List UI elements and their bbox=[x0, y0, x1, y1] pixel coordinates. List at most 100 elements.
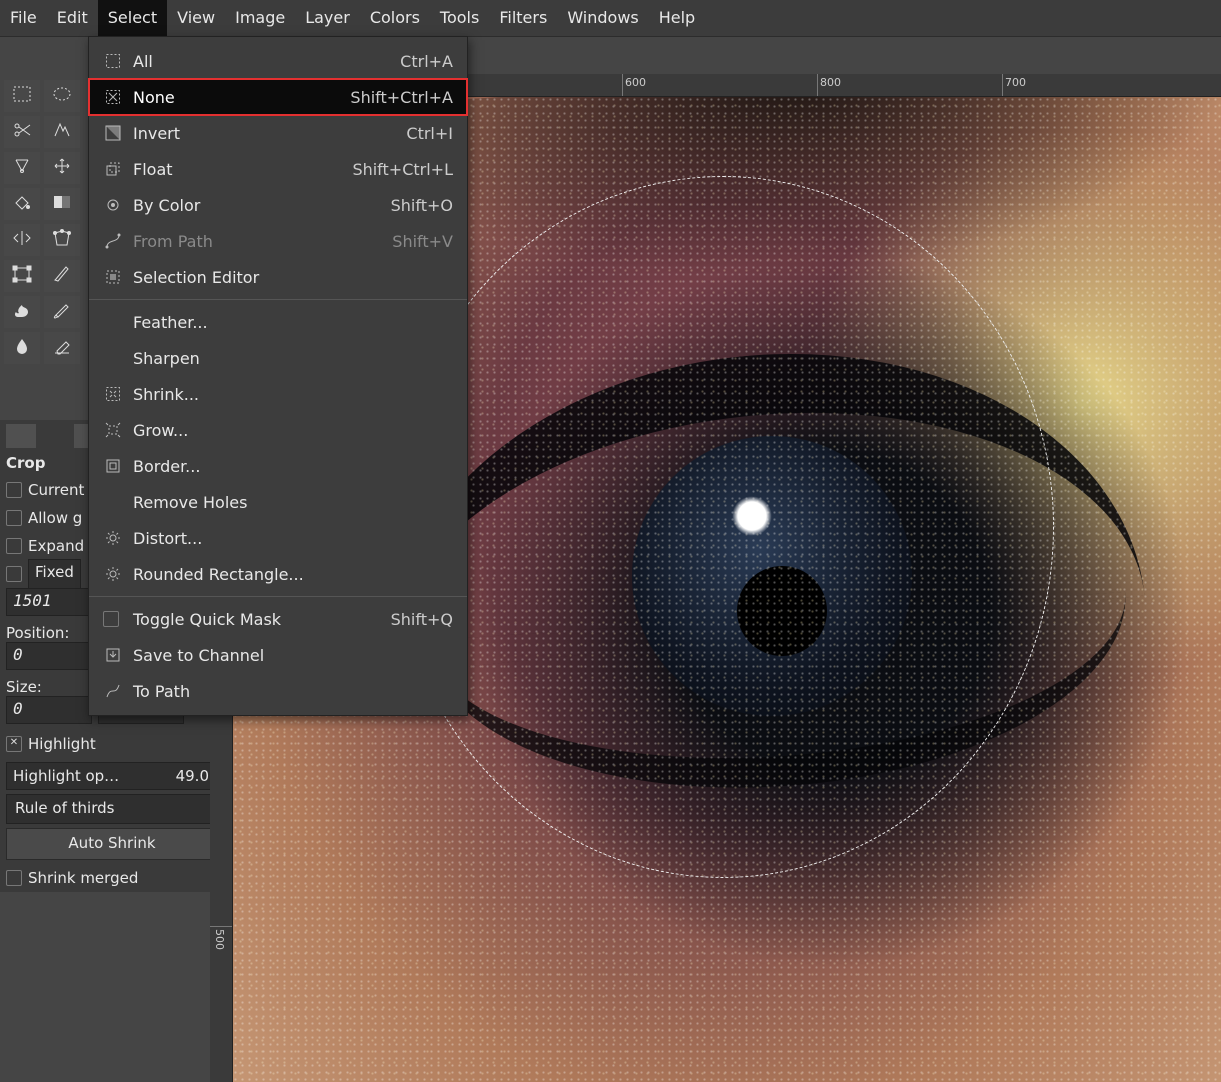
menu-item-shortcut: Shift+Q bbox=[391, 610, 453, 629]
ruler-tick-label: 500 bbox=[213, 929, 226, 950]
menu-item-selection-editor[interactable]: Selection Editor bbox=[89, 259, 467, 295]
current-layer-checkbox[interactable] bbox=[6, 482, 22, 498]
menu-item-shortcut: Shift+Ctrl+L bbox=[352, 160, 453, 179]
shrink-icon bbox=[103, 384, 123, 404]
menu-checkbox[interactable] bbox=[103, 611, 119, 627]
select-by-color-icon bbox=[103, 195, 123, 215]
menubar-item-file[interactable]: File bbox=[0, 0, 47, 36]
menu-item-all[interactable]: AllCtrl+A bbox=[89, 43, 467, 79]
menu-item-rounded-rectangle[interactable]: Rounded Rectangle... bbox=[89, 556, 467, 592]
menubar-item-colors[interactable]: Colors bbox=[360, 0, 430, 36]
fixed-checkbox[interactable] bbox=[6, 566, 22, 582]
highlight-label: Highlight bbox=[28, 735, 96, 753]
ruler-tick-label: 600 bbox=[625, 76, 646, 89]
gradient-icon bbox=[52, 193, 72, 215]
menu-item-to-path[interactable]: To Path bbox=[89, 673, 467, 709]
menu-item-none[interactable]: NoneShift+Ctrl+A bbox=[89, 79, 467, 115]
menubar-item-select[interactable]: Select bbox=[98, 0, 167, 36]
brush-tool[interactable] bbox=[44, 260, 80, 292]
menu-item-toggle-quick-mask[interactable]: Toggle Quick Mask Shift+Q bbox=[89, 601, 467, 637]
ellipse-select-tool[interactable] bbox=[44, 80, 80, 112]
eraser-icon bbox=[52, 337, 72, 359]
options-tab-1[interactable] bbox=[6, 424, 36, 448]
menu-item-border[interactable]: Border... bbox=[89, 448, 467, 484]
menu-item-invert[interactable]: Invert Ctrl+I bbox=[89, 115, 467, 151]
menu-item-remove-holes[interactable]: Remove Holes bbox=[89, 484, 467, 520]
allow-growing-checkbox[interactable] bbox=[6, 510, 22, 526]
transform-tool[interactable] bbox=[4, 260, 40, 292]
menubar-item-image[interactable]: Image bbox=[225, 0, 295, 36]
save-to-channel-icon bbox=[103, 645, 123, 665]
menubar-item-view[interactable]: View bbox=[167, 0, 225, 36]
cage-icon bbox=[52, 229, 72, 251]
menu-item-label: All bbox=[133, 52, 380, 71]
menu-item-sharpen[interactable]: Sharpen bbox=[89, 340, 467, 376]
menu-item-shortcut: Ctrl+I bbox=[406, 124, 453, 143]
select-none-icon bbox=[103, 87, 123, 107]
menubar-item-layer[interactable]: Layer bbox=[295, 0, 360, 36]
position-x-field[interactable]: 0 bbox=[6, 642, 92, 670]
highlight-checkbox[interactable] bbox=[6, 736, 22, 752]
gradient-tool[interactable] bbox=[44, 188, 80, 220]
menu-item-grow[interactable]: Grow... bbox=[89, 412, 467, 448]
expand-checkbox[interactable] bbox=[6, 538, 22, 554]
options-tab-2[interactable] bbox=[40, 424, 70, 448]
menu-item-distort[interactable]: Distort... bbox=[89, 520, 467, 556]
fixed-mode-dropdown[interactable]: Fixed bbox=[28, 559, 81, 589]
menu-item-by-color[interactable]: By ColorShift+O bbox=[89, 187, 467, 223]
fuzzy-select-icon bbox=[52, 121, 72, 143]
menu-item-feather[interactable]: Feather... bbox=[89, 304, 467, 340]
menu-item-label: Shrink... bbox=[133, 385, 453, 404]
menubar-item-tools[interactable]: Tools bbox=[430, 0, 489, 36]
guides-dropdown[interactable]: Rule of thirds bbox=[6, 794, 216, 824]
measure-tool[interactable] bbox=[4, 152, 40, 184]
fuzzy-select-tool[interactable] bbox=[44, 116, 80, 148]
transform-icon bbox=[12, 265, 32, 287]
menubar-item-edit[interactable]: Edit bbox=[47, 0, 98, 36]
highlight-opacity-slider[interactable]: Highlight op… 49.0 bbox=[6, 762, 216, 790]
menu-item-from-path: From PathShift+V bbox=[89, 223, 467, 259]
bucket-fill-icon bbox=[12, 193, 32, 215]
menu-item-float[interactable]: Float Shift+Ctrl+L bbox=[89, 151, 467, 187]
ink-tool[interactable] bbox=[4, 332, 40, 364]
ink-icon bbox=[12, 337, 32, 359]
menu-item-shrink[interactable]: Shrink... bbox=[89, 376, 467, 412]
shrink-merged-checkbox[interactable] bbox=[6, 870, 22, 886]
toolbox bbox=[4, 80, 82, 364]
grow-icon bbox=[103, 420, 123, 440]
menubar-item-windows[interactable]: Windows bbox=[557, 0, 648, 36]
bucket-fill-tool[interactable] bbox=[4, 188, 40, 220]
flip-icon bbox=[12, 229, 32, 251]
menu-item-label: Float bbox=[133, 160, 332, 179]
paintbrush-icon bbox=[52, 301, 72, 323]
menubar: FileEditSelectViewImageLayerColorsToolsF… bbox=[0, 0, 1221, 37]
menu-separator bbox=[89, 299, 467, 300]
scissors-tool[interactable] bbox=[4, 116, 40, 148]
selection-editor-icon bbox=[103, 267, 123, 287]
menubar-item-filters[interactable]: Filters bbox=[489, 0, 557, 36]
cage-tool[interactable] bbox=[44, 224, 80, 256]
gear-icon bbox=[103, 564, 123, 584]
ruler-tick-line bbox=[1002, 74, 1003, 96]
size-w-field[interactable]: 0 bbox=[6, 696, 92, 724]
blank-icon bbox=[103, 348, 123, 368]
brush-icon bbox=[52, 265, 72, 287]
auto-shrink-button[interactable]: Auto Shrink bbox=[6, 828, 218, 860]
menu-item-label: Selection Editor bbox=[133, 268, 453, 287]
move-tool[interactable] bbox=[44, 152, 80, 184]
menu-item-save-to-channel[interactable]: Save to Channel bbox=[89, 637, 467, 673]
eraser-tool[interactable] bbox=[44, 332, 80, 364]
current-layer-label: Current bbox=[28, 481, 84, 499]
rectangle-select-tool[interactable] bbox=[4, 80, 40, 112]
from-path-icon bbox=[103, 231, 123, 251]
menu-item-label: Toggle Quick Mask bbox=[133, 610, 371, 629]
menu-item-shortcut: Shift+V bbox=[392, 232, 453, 251]
ellipse-select-icon bbox=[52, 85, 72, 107]
smudge-tool[interactable] bbox=[4, 296, 40, 328]
ruler-tick-line bbox=[210, 926, 232, 927]
measure-icon bbox=[12, 157, 32, 179]
menu-item-label: Invert bbox=[133, 124, 386, 143]
paintbrush-tool[interactable] bbox=[44, 296, 80, 328]
flip-tool[interactable] bbox=[4, 224, 40, 256]
menubar-item-help[interactable]: Help bbox=[649, 0, 705, 36]
